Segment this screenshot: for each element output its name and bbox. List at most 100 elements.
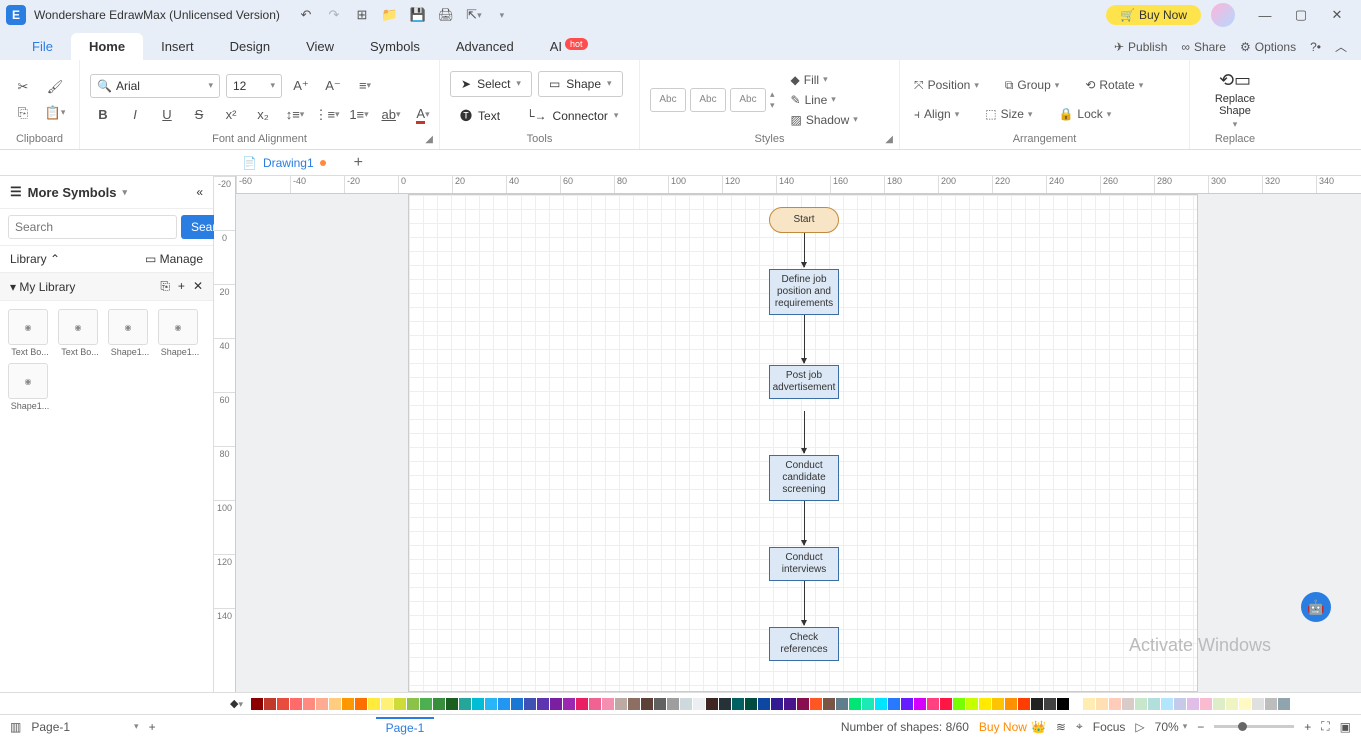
color-swatch[interactable]: [394, 698, 406, 710]
color-swatch[interactable]: [1213, 698, 1225, 710]
color-swatch[interactable]: [1174, 698, 1186, 710]
menu-advanced[interactable]: Advanced: [438, 33, 532, 60]
zoom-out-button[interactable]: −: [1197, 720, 1204, 734]
font-family-select[interactable]: 🔍 Arial▾: [90, 74, 220, 98]
color-swatch[interactable]: [251, 698, 263, 710]
color-swatch[interactable]: [914, 698, 926, 710]
mylib-close-icon[interactable]: ✕: [193, 279, 203, 294]
size-button[interactable]: ⬚ Size▾: [981, 105, 1036, 123]
color-swatch[interactable]: [1057, 698, 1069, 710]
new-icon[interactable]: ⊞: [354, 7, 370, 23]
color-swatch[interactable]: [953, 698, 965, 710]
strikethrough-icon[interactable]: S: [186, 104, 212, 126]
color-swatch[interactable]: [368, 698, 380, 710]
color-swatch[interactable]: [888, 698, 900, 710]
redo-icon[interactable]: ↷: [326, 7, 342, 23]
superscript-icon[interactable]: x²: [218, 104, 244, 126]
color-swatch[interactable]: [680, 698, 692, 710]
focus-button[interactable]: Focus: [1093, 720, 1126, 734]
subscript-icon[interactable]: x₂: [250, 104, 276, 126]
menu-symbols[interactable]: Symbols: [352, 33, 438, 60]
italic-icon[interactable]: I: [122, 104, 148, 126]
highlight-icon[interactable]: ab▾: [378, 104, 404, 126]
print-icon[interactable]: 🖨: [438, 7, 454, 23]
publish-button[interactable]: ✈ Publish: [1114, 40, 1167, 54]
color-swatch[interactable]: [290, 698, 302, 710]
color-swatch[interactable]: [1148, 698, 1160, 710]
color-swatch[interactable]: [381, 698, 393, 710]
open-icon[interactable]: 📁: [382, 7, 398, 23]
color-swatch[interactable]: [498, 698, 510, 710]
flowchart-node-4[interactable]: Conduct interviews: [769, 547, 839, 581]
color-swatch[interactable]: [745, 698, 757, 710]
color-swatch[interactable]: [303, 698, 315, 710]
page-tab-1[interactable]: Page-1: [376, 717, 435, 737]
library-shape-item[interactable]: ◉Text Bo...: [8, 309, 52, 357]
library-shape-item[interactable]: ◉Shape1...: [8, 363, 52, 411]
rotate-button[interactable]: ⟲ Rotate▾: [1081, 76, 1147, 94]
connector-tool[interactable]: └→ Connector ▾: [516, 103, 628, 129]
format-painter-icon[interactable]: 🖌: [42, 76, 68, 98]
flowchart-node-1[interactable]: Define job position and requirements: [769, 269, 839, 315]
library-toggle[interactable]: Library ⌃: [10, 252, 60, 266]
select-tool[interactable]: ➤ Select ▾: [450, 71, 532, 97]
style-down-icon[interactable]: ▾: [770, 100, 775, 111]
style-swatch-3[interactable]: Abc: [730, 88, 766, 112]
color-swatch[interactable]: [797, 698, 809, 710]
color-swatch[interactable]: [316, 698, 328, 710]
color-swatch[interactable]: [654, 698, 666, 710]
paste-icon[interactable]: 📋▾: [42, 102, 68, 124]
color-swatch[interactable]: [602, 698, 614, 710]
color-swatch[interactable]: [927, 698, 939, 710]
color-swatch[interactable]: [329, 698, 341, 710]
color-swatch[interactable]: [849, 698, 861, 710]
fullscreen-icon[interactable]: ▣: [1340, 720, 1351, 734]
color-swatch[interactable]: [628, 698, 640, 710]
color-swatch[interactable]: [1239, 698, 1251, 710]
menu-home[interactable]: Home: [71, 33, 143, 60]
color-swatch[interactable]: [550, 698, 562, 710]
style-swatch-1[interactable]: Abc: [650, 88, 686, 112]
options-button[interactable]: ⚙ Options: [1240, 40, 1296, 54]
flowchart-arrow[interactable]: [804, 581, 805, 625]
font-color-icon[interactable]: A▾: [410, 104, 436, 126]
fit-page-icon[interactable]: ⛶: [1321, 719, 1329, 734]
color-swatch[interactable]: [667, 698, 679, 710]
canvas[interactable]: Start Define job position and requiremen…: [236, 194, 1361, 692]
page-layout-icon[interactable]: ▥: [10, 720, 21, 734]
menu-design[interactable]: Design: [212, 33, 288, 60]
bullet-list-icon[interactable]: ⋮≡▾: [314, 104, 340, 126]
color-swatch[interactable]: [446, 698, 458, 710]
color-swatch[interactable]: [485, 698, 497, 710]
color-swatch[interactable]: [1122, 698, 1134, 710]
color-swatch[interactable]: [1265, 698, 1277, 710]
color-swatch[interactable]: [784, 698, 796, 710]
undo-icon[interactable]: ↶: [298, 7, 314, 23]
mylib-add-icon[interactable]: +: [178, 279, 185, 294]
group-button[interactable]: ⧉ Group▾: [1001, 76, 1063, 95]
style-swatch-2[interactable]: Abc: [690, 88, 726, 112]
color-swatch[interactable]: [355, 698, 367, 710]
position-button[interactable]: ⤧ Position▾: [910, 76, 983, 95]
page-selector[interactable]: Page-1 ▾: [31, 720, 138, 734]
color-swatch[interactable]: [641, 698, 653, 710]
color-swatch[interactable]: [1070, 698, 1082, 710]
symbol-search-input[interactable]: [8, 215, 177, 239]
color-swatch[interactable]: [1200, 698, 1212, 710]
color-swatch[interactable]: [264, 698, 276, 710]
close-button[interactable]: ✕: [1319, 0, 1355, 30]
color-swatch[interactable]: [563, 698, 575, 710]
color-swatch[interactable]: [992, 698, 1004, 710]
align-button[interactable]: ⫞ Align▾: [910, 105, 963, 124]
focus-target-icon[interactable]: ⌖: [1076, 719, 1083, 734]
decrease-font-icon[interactable]: A⁻: [320, 75, 346, 97]
zoom-slider[interactable]: [1214, 725, 1294, 728]
align-text-icon[interactable]: ≡▾: [352, 75, 378, 97]
color-swatch[interactable]: [901, 698, 913, 710]
library-shape-item[interactable]: ◉Shape1...: [108, 309, 152, 357]
my-library-toggle[interactable]: ▾ My Library: [10, 280, 75, 294]
shadow-button[interactable]: ▨ Shadow ▾: [787, 111, 862, 129]
fill-tool-icon[interactable]: ◆▾: [230, 697, 246, 710]
color-swatch[interactable]: [1278, 698, 1290, 710]
color-swatch[interactable]: [940, 698, 952, 710]
